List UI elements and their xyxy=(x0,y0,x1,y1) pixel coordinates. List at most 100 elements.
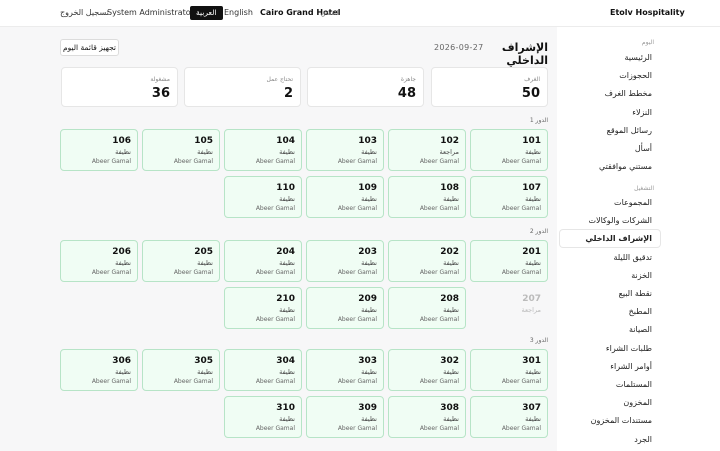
room-number: 108 xyxy=(440,183,459,193)
floor-label: الدور 3 xyxy=(529,337,548,344)
room-card-305[interactable]: 305 نظيفة Abeer Gamal xyxy=(142,349,220,391)
sidebar-item[interactable]: الخزنة xyxy=(560,267,660,284)
sidebar-item[interactable]: المخزون xyxy=(560,394,660,411)
room-card-306[interactable]: 306 نظيفة Abeer Gamal xyxy=(60,349,138,391)
room-card-310[interactable]: 310 نظيفة Abeer Gamal xyxy=(224,396,302,438)
room-status: نظيفة xyxy=(197,148,213,156)
room-number: 101 xyxy=(522,136,541,146)
room-status: نظيفة xyxy=(115,259,131,267)
sidebar-item[interactable]: مخطط الغرف xyxy=(560,85,660,102)
room-card-202[interactable]: 202 نظيفة Abeer Gamal xyxy=(388,240,466,282)
room-card-101[interactable]: 101 نظيفة Abeer Gamal xyxy=(470,129,548,171)
sidebar-item[interactable]: الشركات والوكالات xyxy=(560,212,660,229)
room-card-307[interactable]: 307 نظيفة Abeer Gamal xyxy=(470,396,548,438)
room-card-104[interactable]: 104 نظيفة Abeer Gamal xyxy=(224,129,302,171)
sidebar-item[interactable]: الجرد xyxy=(560,431,660,448)
room-staff: Abeer Gamal xyxy=(419,378,459,385)
stat-label: جاهزة xyxy=(400,76,416,83)
sidebar-item[interactable]: الإشراف الداخلي xyxy=(560,230,660,248)
room-number: 208 xyxy=(440,294,459,304)
sidebar-item[interactable]: تدقيق الليلة xyxy=(560,249,660,266)
room-number: 302 xyxy=(440,356,459,366)
room-card-206[interactable]: 206 نظيفة Abeer Gamal xyxy=(60,240,138,282)
room-staff: Abeer Gamal xyxy=(255,158,295,165)
room-card-205[interactable]: 205 نظيفة Abeer Gamal xyxy=(142,240,220,282)
room-status: مراجعة xyxy=(521,306,541,314)
room-status: نظيفة xyxy=(279,148,295,156)
lang-arabic-button[interactable]: العربية xyxy=(190,6,223,20)
room-number: 206 xyxy=(112,247,131,257)
room-card-208[interactable]: 208 نظيفة Abeer Gamal xyxy=(388,287,466,329)
room-card-302[interactable]: 302 نظيفة Abeer Gamal xyxy=(388,349,466,391)
room-status: نظيفة xyxy=(115,368,131,376)
sidebar-item[interactable]: المستلمات xyxy=(560,376,660,393)
room-card-105[interactable]: 105 نظيفة Abeer Gamal xyxy=(142,129,220,171)
stat-value: 2 xyxy=(283,86,293,101)
room-card-304[interactable]: 304 نظيفة Abeer Gamal xyxy=(224,349,302,391)
sidebar-item[interactable]: المجموعات xyxy=(560,194,660,211)
room-card-204[interactable]: 204 نظيفة Abeer Gamal xyxy=(224,240,302,282)
sidebar-item[interactable]: مستندات المخزون xyxy=(560,412,660,429)
top-bar: تسجيل الخروج System Administrator العربي… xyxy=(0,0,720,27)
room-card-107[interactable]: 107 نظيفة Abeer Gamal xyxy=(470,176,548,218)
room-number: 102 xyxy=(440,136,459,146)
sidebar-item[interactable]: رسائل الموقع xyxy=(560,122,660,139)
prepare-today-list-button[interactable]: تجهيز قائمة اليوم xyxy=(60,39,119,56)
hotel-label: الفندق xyxy=(321,9,339,17)
stat-value: 36 xyxy=(151,86,170,101)
room-status: نظيفة xyxy=(525,148,541,156)
room-number: 107 xyxy=(522,183,541,193)
sidebar-item[interactable]: نقطة البيع xyxy=(560,285,660,302)
room-card-109[interactable]: 109 نظيفة Abeer Gamal xyxy=(306,176,384,218)
floor-label: الدور 1 xyxy=(529,117,548,124)
room-staff: Abeer Gamal xyxy=(337,158,377,165)
room-staff: Abeer Gamal xyxy=(255,205,295,212)
room-card-301[interactable]: 301 نظيفة Abeer Gamal xyxy=(470,349,548,391)
room-number: 106 xyxy=(112,136,131,146)
sidebar-item[interactable]: مستني موافقتي xyxy=(560,158,660,175)
room-number: 204 xyxy=(276,247,295,257)
logout-link[interactable]: تسجيل الخروج xyxy=(60,8,109,17)
room-status: نظيفة xyxy=(361,148,377,156)
room-number: 109 xyxy=(358,183,377,193)
room-staff: Abeer Gamal xyxy=(419,158,459,165)
room-staff: Abeer Gamal xyxy=(419,425,459,432)
room-number: 105 xyxy=(194,136,213,146)
sidebar-item[interactable]: الحجوزات xyxy=(560,67,660,84)
room-card-203[interactable]: 203 نظيفة Abeer Gamal xyxy=(306,240,384,282)
sidebar-item[interactable]: الرئيسية xyxy=(560,49,660,66)
sidebar-item[interactable]: المطبخ xyxy=(560,303,660,320)
sidebar-item[interactable]: أوامر الشراء xyxy=(560,358,660,375)
sidebar-item[interactable]: أسأل xyxy=(560,140,660,157)
room-card-309[interactable]: 309 نظيفة Abeer Gamal xyxy=(306,396,384,438)
sidebar-item[interactable]: الصيانة xyxy=(560,321,660,338)
room-number: 307 xyxy=(522,403,541,413)
sidebar-item[interactable]: النزلاء xyxy=(560,104,660,121)
room-card-103[interactable]: 103 نظيفة Abeer Gamal xyxy=(306,129,384,171)
room-status: نظيفة xyxy=(443,259,459,267)
room-staff: Abeer Gamal xyxy=(501,269,541,276)
room-number: 305 xyxy=(194,356,213,366)
room-status: نظيفة xyxy=(361,259,377,267)
user-name: System Administrator xyxy=(107,8,194,17)
room-card-106[interactable]: 106 نظيفة Abeer Gamal xyxy=(60,129,138,171)
room-card-108[interactable]: 108 نظيفة Abeer Gamal xyxy=(388,176,466,218)
room-staff: Abeer Gamal xyxy=(501,158,541,165)
room-number: 310 xyxy=(276,403,295,413)
room-card-308[interactable]: 308 نظيفة Abeer Gamal xyxy=(388,396,466,438)
room-status: نظيفة xyxy=(279,368,295,376)
room-number: 308 xyxy=(440,403,459,413)
lang-english-button[interactable]: English xyxy=(224,8,253,17)
room-card-209[interactable]: 209 نظيفة Abeer Gamal xyxy=(306,287,384,329)
room-number: 202 xyxy=(440,247,459,257)
room-staff: Abeer Gamal xyxy=(255,378,295,385)
sidebar-item[interactable]: طلبات الشراء xyxy=(560,340,660,357)
room-card-102[interactable]: 102 مراجعة Abeer Gamal xyxy=(388,129,466,171)
room-card-303[interactable]: 303 نظيفة Abeer Gamal xyxy=(306,349,384,391)
room-staff: Abeer Gamal xyxy=(173,269,213,276)
room-card-201[interactable]: 201 نظيفة Abeer Gamal xyxy=(470,240,548,282)
room-staff: Abeer Gamal xyxy=(419,269,459,276)
room-card-110[interactable]: 110 نظيفة Abeer Gamal xyxy=(224,176,302,218)
sidebar-section-ops: التشغيل xyxy=(634,185,654,192)
room-card-210[interactable]: 210 نظيفة Abeer Gamal xyxy=(224,287,302,329)
